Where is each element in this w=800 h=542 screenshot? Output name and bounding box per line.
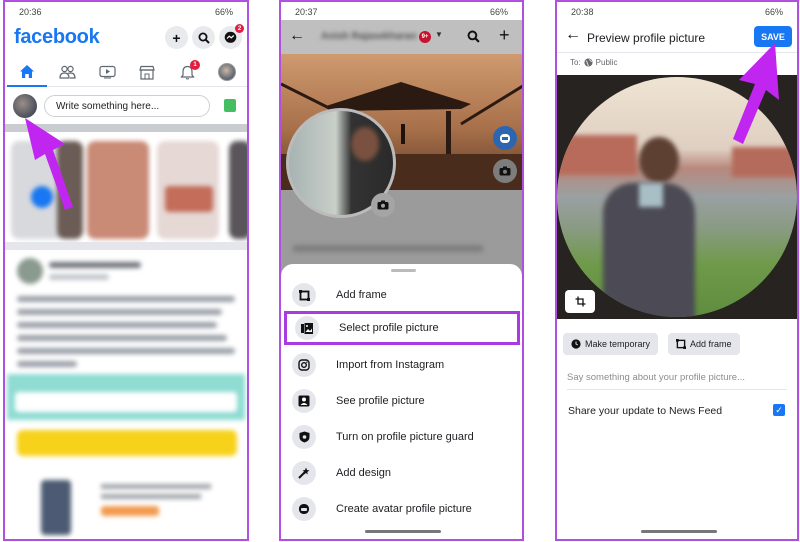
person-icon xyxy=(298,395,310,407)
facebook-home-screen: 20:36 66% facebook + 2 1 Write something… xyxy=(3,0,249,541)
crop-icon xyxy=(575,296,585,307)
sheet-item-label: Select profile picture xyxy=(339,322,439,334)
status-time: 20:37 xyxy=(295,7,318,17)
crop-button[interactable] xyxy=(565,290,595,313)
share-to-feed-label: Share your update to News Feed xyxy=(568,405,723,417)
frame-icon xyxy=(676,339,686,349)
camera-icon xyxy=(377,200,389,210)
profile-picture-camera-button[interactable] xyxy=(371,193,395,217)
sheet-grabber[interactable] xyxy=(391,269,416,272)
make-temporary-label: Make temporary xyxy=(585,339,651,349)
avatar-icon xyxy=(299,504,309,514)
home-indicator xyxy=(641,530,717,533)
search-icon[interactable] xyxy=(467,30,480,43)
sheet-item-label: Add design xyxy=(336,467,392,479)
plus-icon[interactable]: + xyxy=(499,25,510,46)
notification-badge: 9+ xyxy=(419,31,431,43)
sheet-item-see-profile-picture[interactable]: See profile picture xyxy=(281,384,522,418)
gallery-icon xyxy=(301,322,313,334)
avatar-icon xyxy=(500,134,510,143)
sheet-item-label: Create avatar profile picture xyxy=(336,503,472,515)
profile-picture-options-sheet: Add frame Select profile picture Import … xyxy=(281,264,522,539)
sheet-item-create-avatar[interactable]: Create avatar profile picture xyxy=(281,492,522,526)
sheet-item-import-from-instagram[interactable]: Import from Instagram xyxy=(281,348,522,382)
profile-header: ← Anish Rajasekharan 9+ ▼ + xyxy=(281,20,522,54)
instagram-icon xyxy=(298,359,310,371)
profile-page-screen: 20:37 66% ← Anish Rajasekharan 9+ ▼ + Ad… xyxy=(279,0,524,541)
clock-icon xyxy=(571,339,581,349)
share-to-feed-checkbox[interactable]: ✓ xyxy=(773,404,785,416)
add-frame-button[interactable]: Add frame xyxy=(668,333,740,355)
home-indicator xyxy=(365,530,441,533)
sheet-item-label: See profile picture xyxy=(336,395,425,407)
back-arrow-icon[interactable]: ← xyxy=(289,27,305,45)
sheet-item-profile-picture-guard[interactable]: Turn on profile picture guard xyxy=(281,420,522,454)
shield-icon xyxy=(299,431,309,443)
chevron-down-icon[interactable]: ▼ xyxy=(435,30,443,39)
camera-icon xyxy=(499,166,511,176)
sheet-item-label: Turn on profile picture guard xyxy=(336,431,474,443)
avatar-button[interactable] xyxy=(493,126,517,150)
caption-input[interactable]: Say something about your profile picture… xyxy=(567,372,787,390)
profile-name: Anish Rajasekharan xyxy=(321,31,417,42)
add-frame-label: Add frame xyxy=(690,339,732,349)
magic-wand-icon xyxy=(298,467,310,479)
sheet-item-label: Import from Instagram xyxy=(336,359,445,371)
feed-post xyxy=(5,252,247,372)
ad-product xyxy=(5,472,247,539)
sheet-item-select-profile-picture[interactable]: Select profile picture xyxy=(284,311,520,345)
status-battery: 66% xyxy=(489,7,508,17)
make-temporary-button[interactable]: Make temporary xyxy=(563,333,659,355)
sheet-item-add-frame[interactable]: Add frame xyxy=(281,278,522,312)
frame-icon xyxy=(298,289,310,301)
preview-profile-picture-screen: 20:38 66% ← Preview profile picture SAVE… xyxy=(555,0,799,541)
feed-divider xyxy=(5,242,247,250)
checkmark-icon: ✓ xyxy=(775,404,783,415)
sheet-item-label: Add frame xyxy=(336,289,387,301)
status-bar: 20:37 66% xyxy=(281,2,522,20)
ad-cta xyxy=(17,430,237,456)
sheet-item-add-design[interactable]: Add design xyxy=(281,456,522,490)
cover-camera-button[interactable] xyxy=(493,159,517,183)
ad-banner xyxy=(7,374,245,420)
